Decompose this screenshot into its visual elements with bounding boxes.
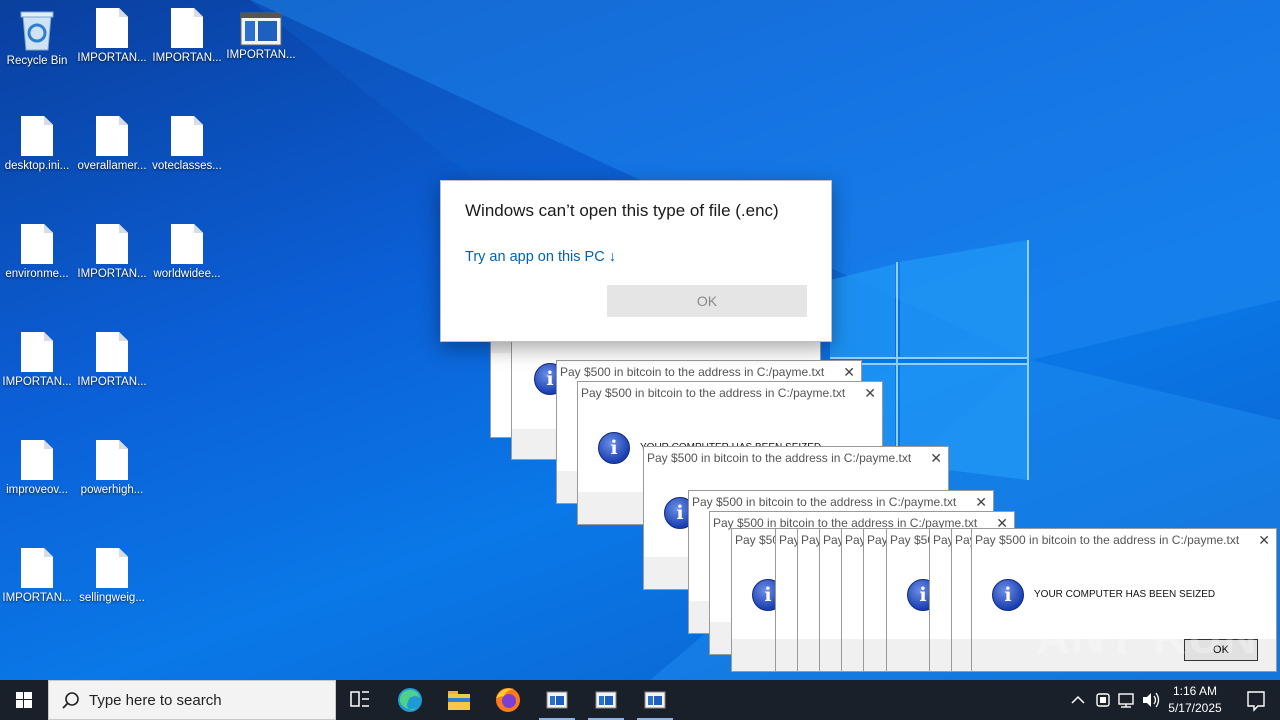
desktop-icon-file[interactable]: IMPORTAN... xyxy=(75,216,149,316)
desktop-icon-label: improveov... xyxy=(6,484,68,496)
desktop-icon-app[interactable]: IMPORTAN... xyxy=(224,0,298,100)
try-app-link[interactable]: Try an app on this PC ↓ xyxy=(465,249,616,265)
document-icon xyxy=(96,440,128,480)
anyrun-watermark: ANY RUN xyxy=(1036,611,1259,663)
document-icon xyxy=(21,548,53,588)
edge-icon xyxy=(398,688,422,712)
desktop-icon-label: IMPORTAN... xyxy=(2,376,72,388)
document-icon xyxy=(21,332,53,372)
desktop-icon-file[interactable]: sellingweig... xyxy=(75,540,149,640)
taskbar-app-window-1[interactable] xyxy=(533,680,581,720)
document-icon xyxy=(96,116,128,156)
desktop-icon-label: sellingweig... xyxy=(79,592,145,604)
taskbar-file-explorer[interactable] xyxy=(435,680,483,720)
notification-icon xyxy=(1247,691,1265,712)
clock-date: 5/17/2025 xyxy=(1168,701,1222,715)
search-icon xyxy=(62,692,79,709)
taskbar: Type here to search 1:16 AM 5/17/2025 xyxy=(0,680,1280,720)
desktop-icon-file[interactable]: environme... xyxy=(0,216,74,316)
tray-network[interactable] xyxy=(1115,680,1139,720)
taskbar-firefox[interactable] xyxy=(484,680,532,720)
dialog-title: Windows can’t open this type of file (.e… xyxy=(465,201,779,220)
app-window-icon xyxy=(644,691,666,709)
app-window-icon xyxy=(240,12,282,46)
tray-show-hidden[interactable] xyxy=(1066,680,1090,720)
folder-icon xyxy=(448,691,470,710)
taskbar-search-box[interactable]: Type here to search xyxy=(48,680,336,720)
info-icon: i xyxy=(992,579,1024,611)
document-icon xyxy=(96,332,128,372)
network-icon xyxy=(1118,693,1134,708)
desktop-icon-label: IMPORTAN... xyxy=(77,268,147,280)
task-view-icon xyxy=(350,691,369,707)
document-icon xyxy=(96,8,128,48)
tray-device[interactable] xyxy=(1091,680,1115,720)
action-center-button[interactable] xyxy=(1232,680,1280,720)
desktop-icon-file[interactable]: improveov... xyxy=(0,432,74,532)
desktop-icon-file[interactable]: IMPORTAN... xyxy=(75,0,149,100)
search-placeholder: Type here to search xyxy=(89,692,222,709)
desktop: Recycle Bin IMPORTAN... IMPORTAN... IMPO… xyxy=(0,0,1280,680)
desktop-icon-recycle-bin[interactable]: Recycle Bin xyxy=(0,0,74,100)
taskbar-app-window-2[interactable] xyxy=(582,680,630,720)
message-caption: Pay $500 in bitcoin to the address in C:… xyxy=(578,382,882,404)
desktop-icon-file[interactable]: voteclasses... xyxy=(150,108,224,208)
message-caption: Pay $500 in bitcoin to the address in C:… xyxy=(557,361,861,383)
desktop-icon-label: environme... xyxy=(5,268,69,280)
desktop-icon-file[interactable]: desktop.ini... xyxy=(0,108,74,208)
start-button[interactable] xyxy=(0,680,48,720)
document-icon xyxy=(21,440,53,480)
desktop-icon-file[interactable]: overallamer... xyxy=(75,108,149,208)
desktop-icon-label: voteclasses... xyxy=(152,160,222,172)
desktop-icon-label: powerhigh... xyxy=(80,484,144,496)
chevron-up-icon xyxy=(1071,695,1085,704)
desktop-icon-file[interactable]: IMPORTAN... xyxy=(0,324,74,424)
desktop-icon-label: overallamer... xyxy=(77,160,147,172)
desktop-icon-label: IMPORTAN... xyxy=(77,376,147,388)
firefox-icon xyxy=(496,688,520,712)
close-icon[interactable]: ✕ xyxy=(843,361,855,383)
taskbar-edge[interactable] xyxy=(386,680,434,720)
desktop-icon-file[interactable]: worldwidee... xyxy=(150,216,224,316)
close-icon[interactable]: ✕ xyxy=(975,491,987,513)
task-view-button[interactable] xyxy=(336,680,384,720)
open-with-dialog: Windows can’t open this type of file (.e… xyxy=(440,180,832,342)
desktop-icon-label: Recycle Bin xyxy=(6,55,68,67)
taskbar-app-window-3[interactable] xyxy=(631,680,679,720)
info-icon: i xyxy=(598,432,630,464)
windows-start-icon xyxy=(16,692,32,708)
desktop-icon-label: IMPORTAN... xyxy=(226,49,296,61)
ok-button[interactable]: OK xyxy=(607,285,807,317)
desktop-icon-label: IMPORTAN... xyxy=(77,52,147,64)
close-icon[interactable]: ✕ xyxy=(930,447,942,469)
message-caption: Pay $500 in bitcoin to the address in C:… xyxy=(644,447,948,469)
desktop-icon-label: desktop.ini... xyxy=(4,160,70,172)
document-icon xyxy=(96,548,128,588)
close-icon[interactable]: ✕ xyxy=(864,382,876,404)
document-icon xyxy=(96,224,128,264)
document-icon xyxy=(21,224,53,264)
taskbar-clock[interactable]: 1:16 AM 5/17/2025 xyxy=(1158,683,1232,717)
document-icon xyxy=(171,224,203,264)
message-caption: Pay $500 in bitcoin to the address in C:… xyxy=(689,491,993,513)
desktop-icon-label: IMPORTAN... xyxy=(2,592,72,604)
document-icon xyxy=(171,116,203,156)
device-icon xyxy=(1096,693,1110,707)
desktop-icon-file[interactable]: IMPORTAN... xyxy=(0,540,74,640)
recycle-bin-icon xyxy=(20,11,54,51)
app-window-icon xyxy=(595,691,617,709)
desktop-icon-file[interactable]: IMPORTAN... xyxy=(75,324,149,424)
message-caption: Pay $500 in bitcoin to the address in C:… xyxy=(972,529,1276,551)
desktop-icon-label: IMPORTAN... xyxy=(152,52,222,64)
close-icon[interactable]: ✕ xyxy=(1258,529,1270,551)
document-icon xyxy=(171,8,203,48)
desktop-icon-file[interactable]: powerhigh... xyxy=(75,432,149,532)
app-window-icon xyxy=(546,691,568,709)
message-text: YOUR COMPUTER HAS BEEN SEIZED xyxy=(1034,589,1216,600)
desktop-icon-file[interactable]: IMPORTAN... xyxy=(150,0,224,100)
clock-time: 1:16 AM xyxy=(1172,684,1218,698)
desktop-icon-label: worldwidee... xyxy=(153,268,221,280)
document-icon xyxy=(21,116,53,156)
